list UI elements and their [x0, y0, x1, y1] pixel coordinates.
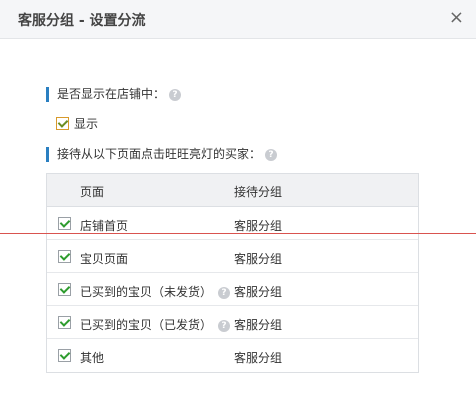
row-group-label[interactable]: 客服分组	[234, 283, 282, 300]
display-option[interactable]: 显示	[56, 115, 98, 132]
row-checkbox[interactable]	[58, 283, 71, 296]
table-header: 页面 接待分组	[47, 174, 418, 207]
row-page-label: 宝贝页面	[80, 250, 128, 267]
help-icon[interactable]: ?	[265, 148, 278, 161]
row-checkbox[interactable]	[58, 316, 71, 329]
dialog-title: 客服分组 - 设置分流	[18, 13, 146, 29]
row-group-label[interactable]: 客服分组	[234, 349, 282, 366]
row-page-text: 宝贝页面	[80, 252, 129, 266]
help-icon[interactable]: ?	[218, 319, 231, 332]
row-group-label[interactable]: 客服分组	[234, 316, 282, 333]
receive-section-label: 接待从以下页面点击旺旺亮灯的买家：?	[46, 147, 278, 162]
row-page-text: 其他	[80, 351, 105, 365]
row-page-label: 店铺首页	[80, 217, 128, 234]
table-body: 店铺首页 客服分组 宝贝页面 客服分组 已买到的宝贝（未发货）? 客服分组 已买到的宝贝（已…	[47, 207, 418, 371]
row-page-text: 店铺首页	[80, 219, 129, 233]
table-row: 其他 客服分组	[47, 339, 418, 371]
display-checkbox[interactable]	[56, 117, 69, 130]
routing-table: 页面 接待分组 店铺首页 客服分组 宝贝页面 客服分组 已买到的宝贝（未发货）? 客服分组…	[46, 173, 419, 373]
close-icon[interactable]: ×	[449, 7, 464, 29]
display-section-label: 是否显示在店铺中：?	[46, 87, 182, 102]
table-row: 店铺首页 客服分组	[47, 207, 418, 240]
display-checkbox-label: 显示	[74, 117, 99, 131]
help-icon[interactable]: ?	[169, 88, 182, 101]
row-group-label[interactable]: 客服分组	[234, 250, 282, 267]
row-page-label: 已买到的宝贝（未发货）?	[80, 283, 231, 300]
row-checkbox[interactable]	[58, 250, 71, 263]
display-section-text: 是否显示在店铺中：	[57, 87, 166, 101]
row-page-label: 其他	[80, 349, 104, 366]
table-row: 宝贝页面 客服分组	[47, 240, 418, 273]
row-page-label: 已买到的宝贝（已发货）?	[80, 316, 231, 333]
receive-section-text: 接待从以下页面点击旺旺亮灯的买家：	[57, 147, 262, 161]
row-checkbox[interactable]	[58, 349, 71, 362]
dialog-titlebar: 客服分组 - 设置分流 ×	[0, 0, 476, 39]
table-row: 已买到的宝贝（未发货）? 客服分组	[47, 273, 418, 306]
table-row: 已买到的宝贝（已发货）? 客服分组	[47, 306, 418, 339]
row-group-label[interactable]: 客服分组	[234, 217, 282, 234]
column-header-group: 接待分组	[234, 185, 283, 199]
row-page-text: 已买到的宝贝（已发货）	[80, 318, 213, 332]
annotation-line	[0, 233, 476, 234]
help-icon[interactable]: ?	[218, 286, 231, 299]
column-header-page: 页面	[80, 185, 105, 199]
row-page-text: 已买到的宝贝（未发货）	[80, 285, 213, 299]
row-checkbox[interactable]	[58, 217, 71, 230]
